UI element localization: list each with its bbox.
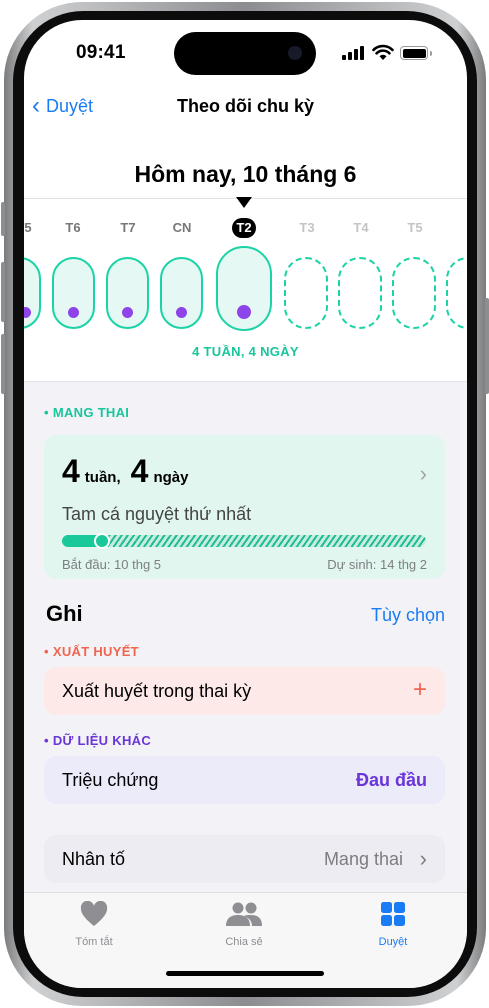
status-bar: 09:41 <box>24 20 467 80</box>
period-dot <box>122 307 133 318</box>
factors-value: Mang thai <box>323 849 403 869</box>
divider <box>24 381 467 382</box>
bleeding-label: Xuất huyết trong thai kỳ <box>62 681 252 701</box>
camera-icon <box>288 46 302 60</box>
tab-label: Tóm tắt <box>75 936 113 948</box>
page-title: Theo dõi chu kỳ <box>176 96 314 116</box>
day-label: T3 <box>299 220 315 235</box>
period-dot <box>68 307 79 318</box>
tab-label: Duyệt <box>378 936 408 948</box>
day-ring-future[interactable] <box>338 257 382 329</box>
pregnancy-progress-bar <box>62 535 426 547</box>
tab-label: Chia sẻ <box>225 936 263 948</box>
chevron-right-icon: › <box>419 461 427 486</box>
trimester-label: Tam cá nguyệt thứ nhất <box>62 504 252 524</box>
day-ring-past[interactable] <box>106 257 149 329</box>
symptoms-row[interactable]: Triệu chứng Đau đầu <box>44 756 445 804</box>
period-dot <box>237 305 251 319</box>
pregnancy-section-label: • MANG THAI <box>44 405 130 420</box>
progress-knob <box>94 533 110 549</box>
today-marker-icon <box>236 197 252 208</box>
day-ring-past[interactable] <box>52 257 95 329</box>
battery-icon <box>400 46 432 60</box>
day-labels: T5 T6 T7 CN T2 T3 T4 T5 <box>24 220 467 240</box>
plus-icon[interactable]: + <box>413 676 427 704</box>
timeline-caption: 4 TUẦN, 4 NGÀY <box>192 344 299 359</box>
pregnancy-duration: 4 tuần, 4 ngày <box>62 453 198 490</box>
volume-down-button <box>1 334 5 394</box>
chevron-right-icon: › <box>419 846 427 871</box>
power-button <box>485 298 489 394</box>
factors-row[interactable]: Nhân tố Mang thai › <box>44 835 445 883</box>
days-unit: ngày <box>153 469 189 486</box>
weeks-value: 4 <box>62 453 80 489</box>
tab-summary[interactable]: Tóm tắt <box>44 900 144 948</box>
action-button <box>1 202 5 236</box>
factors-label: Nhân tố <box>62 849 126 869</box>
day-ring-future[interactable] <box>284 257 328 329</box>
date-header: Hôm nay, 10 tháng 6 <box>134 161 357 187</box>
people-icon <box>226 902 262 926</box>
grid-icon <box>381 902 405 926</box>
day-label: T7 <box>120 220 136 235</box>
start-date: Bắt đầu: 10 thg 5 <box>62 557 162 572</box>
day-ring-future[interactable] <box>446 257 467 329</box>
weeks-unit: tuần, <box>84 469 121 486</box>
day-label: T6 <box>65 220 81 235</box>
day-ring-today[interactable] <box>216 246 272 331</box>
day-label: T4 <box>353 220 369 235</box>
day-label-today: T2 <box>236 220 252 235</box>
dynamic-island <box>174 32 316 75</box>
wifi-icon <box>372 44 394 60</box>
log-title: Ghi <box>46 601 83 626</box>
day-label: CN <box>172 220 192 235</box>
day-ring-past[interactable] <box>24 257 41 329</box>
heart-icon <box>80 900 108 926</box>
volume-up-button <box>1 262 5 322</box>
other-data-section-label: • DỮ LIỆU KHÁC <box>44 733 152 748</box>
signal-icon <box>342 46 366 60</box>
symptoms-label: Triệu chứng <box>62 770 159 790</box>
status-time: 09:41 <box>76 42 126 63</box>
home-indicator[interactable] <box>166 971 324 976</box>
tab-browse[interactable]: Duyệt <box>343 901 443 948</box>
screen: 09:41 ‹ Duyệt Theo dõi chu kỳ Hôm nay, 1… <box>24 20 467 988</box>
days-value: 4 <box>130 453 149 489</box>
day-ring-past[interactable] <box>160 257 203 329</box>
tab-sharing[interactable]: Chia sẻ <box>194 901 294 948</box>
symptoms-value: Đau đầu <box>355 770 427 790</box>
bleeding-section-label: • XUẤT HUYẾT <box>44 644 139 659</box>
day-ring-future[interactable] <box>392 257 436 329</box>
period-dot <box>24 307 31 318</box>
pregnancy-card[interactable]: 4 tuần, 4 ngày › Tam cá nguyệt thứ nhất … <box>44 435 445 579</box>
bleeding-row[interactable]: Xuất huyết trong thai kỳ + <box>44 667 445 715</box>
day-label: T5 <box>407 220 423 235</box>
options-button[interactable]: Tùy chọn <box>371 605 445 626</box>
day-label: T5 <box>24 220 32 235</box>
navigation-bar: ‹ Duyệt Theo dõi chu kỳ <box>24 90 467 120</box>
due-date: Dự sinh: 14 thg 2 <box>327 557 427 572</box>
period-dot <box>176 307 187 318</box>
